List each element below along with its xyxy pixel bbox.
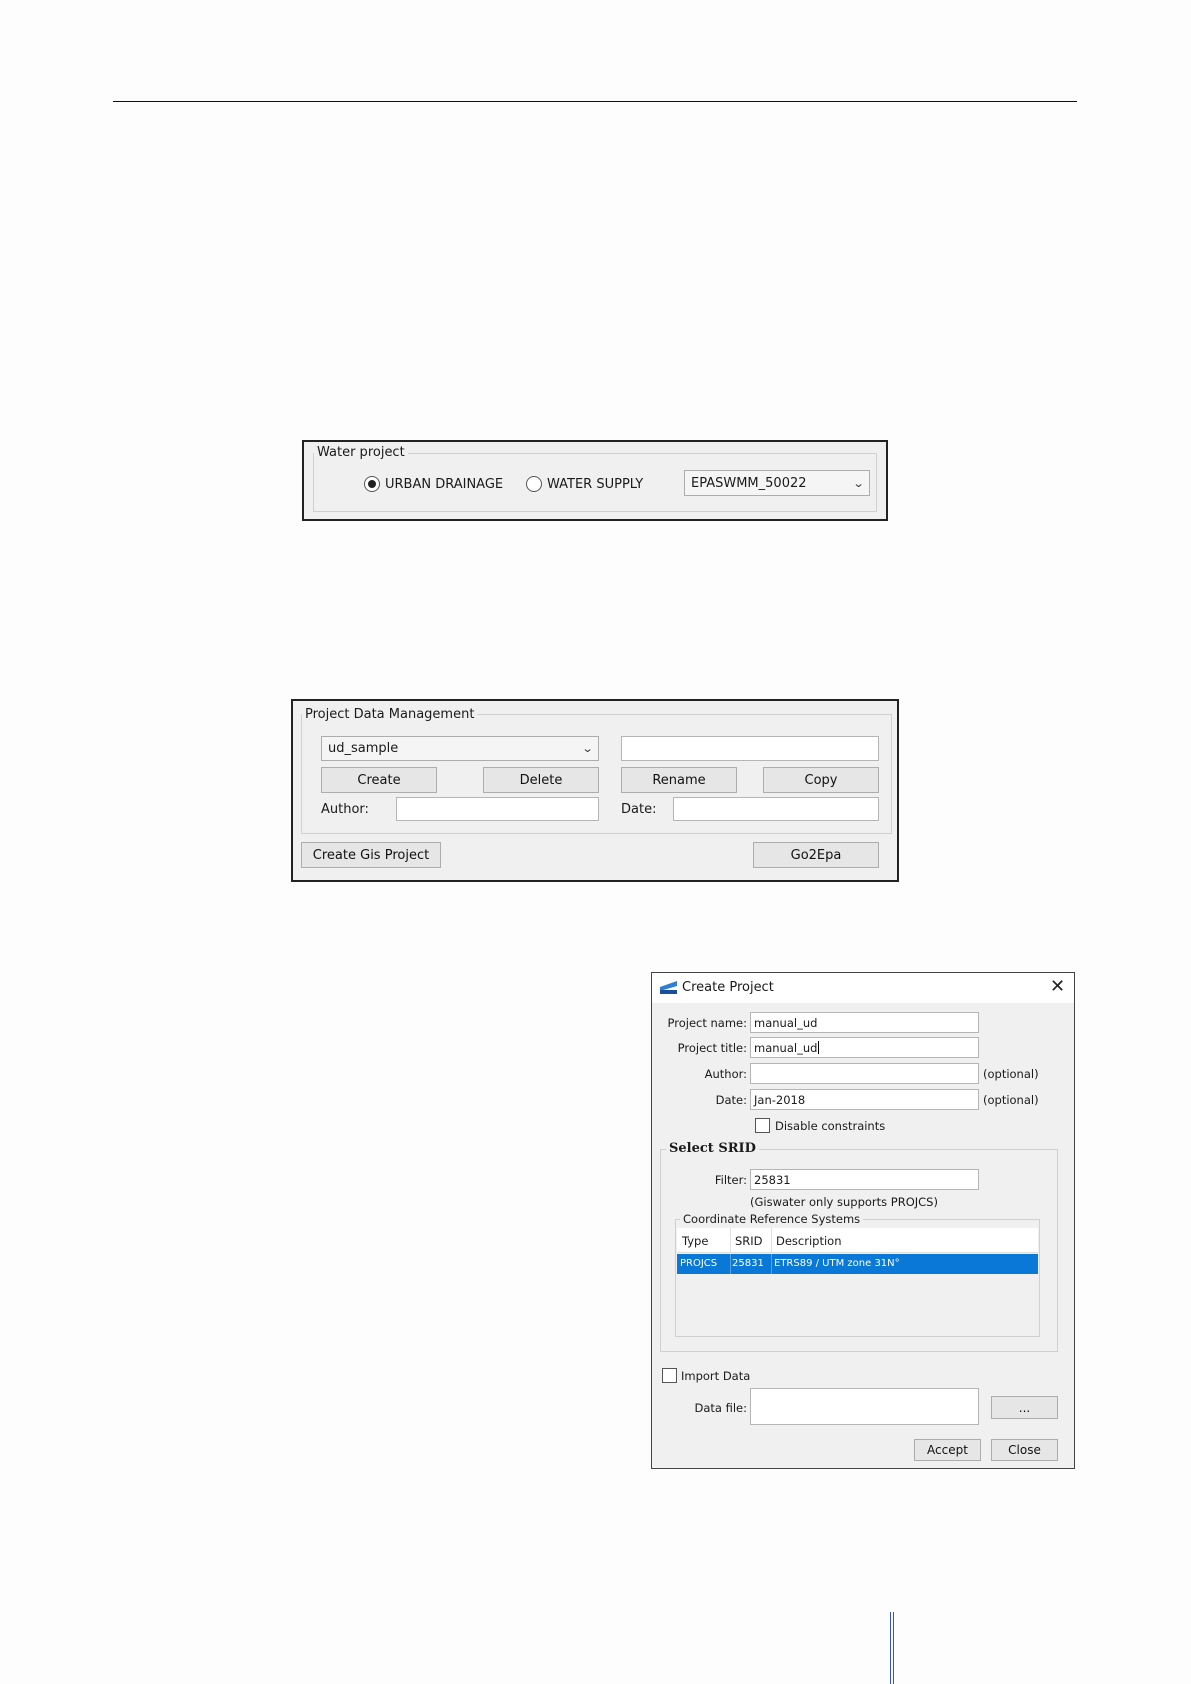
column-divider (730, 1228, 731, 1253)
water-supply-label: WATER SUPPLY (547, 476, 644, 492)
author-optional-note: (optional) (983, 1067, 1039, 1081)
close-button[interactable]: Close (991, 1439, 1058, 1461)
create-gis-project-button[interactable]: Create Gis Project (301, 842, 441, 868)
rename-input[interactable] (621, 736, 879, 761)
import-data-checkbox[interactable]: Import Data (662, 1368, 750, 1383)
projcs-note: (Giswater only supports PROJCS) (750, 1195, 938, 1209)
column-srid[interactable]: SRID (735, 1234, 763, 1248)
project-title-value: manual_ud (754, 1040, 818, 1055)
version-select-value: EPASWMM_50022 (691, 475, 807, 491)
water-supply-radio[interactable]: WATER SUPPLY (526, 476, 643, 492)
footer-rule (890, 1612, 891, 1684)
giswater-app-icon (660, 981, 677, 994)
crs-table-header (677, 1228, 1038, 1253)
date-label: Date: (621, 802, 657, 817)
column-divider (771, 1228, 772, 1253)
checkbox-icon (662, 1368, 677, 1383)
checkbox-icon (755, 1118, 770, 1133)
text-cursor (818, 1041, 820, 1054)
author-input[interactable] (750, 1063, 979, 1084)
crs-group-title: Coordinate Reference Systems (680, 1212, 864, 1226)
author-label: Author: (704, 1067, 747, 1081)
table-row[interactable]: PROJCS 25831 ETRS89 / UTM zone 31N° (677, 1254, 1038, 1274)
column-divider (771, 1254, 772, 1274)
browse-button[interactable]: ... (991, 1396, 1058, 1419)
copy-button[interactable]: Copy (763, 767, 879, 793)
version-select[interactable]: EPASWMM_50022 ⌄ (684, 470, 870, 496)
schema-select-value: ud_sample (328, 741, 399, 756)
row-description: ETRS89 / UTM zone 31N° (774, 1258, 900, 1269)
delete-button[interactable]: Delete (483, 767, 599, 793)
row-type: PROJCS (680, 1258, 718, 1269)
filter-label: Filter: (714, 1173, 747, 1187)
page-header-rule (113, 101, 1077, 102)
create-button[interactable]: Create (321, 767, 437, 793)
accept-button[interactable]: Accept (914, 1439, 981, 1461)
radio-selected-icon (364, 476, 380, 492)
column-divider (730, 1254, 731, 1274)
filter-input[interactable]: 25831 (750, 1169, 979, 1190)
dialog-title: Create Project (682, 980, 774, 995)
disable-constraints-checkbox[interactable]: Disable constraints (755, 1118, 885, 1133)
column-type[interactable]: Type (682, 1234, 708, 1248)
close-icon[interactable]: ✕ (1050, 976, 1065, 997)
chevron-down-icon: ⌄ (581, 742, 594, 755)
data-file-input[interactable] (750, 1388, 979, 1425)
create-project-dialog: Create Project ✕ Project name: manual_ud… (651, 972, 1075, 1469)
rename-button[interactable]: Rename (621, 767, 737, 793)
project-data-title: Project Data Management (302, 707, 478, 722)
project-name-input[interactable]: manual_ud (750, 1012, 979, 1033)
date-optional-note: (optional) (983, 1093, 1039, 1107)
date-input[interactable] (673, 797, 879, 821)
schema-select[interactable]: ud_sample ⌄ (321, 736, 599, 761)
project-title-input[interactable]: manual_ud (750, 1037, 979, 1058)
disable-constraints-label: Disable constraints (775, 1118, 886, 1133)
date-label: Date: (715, 1093, 747, 1107)
footer-rule (893, 1612, 894, 1684)
water-project-title: Water project (314, 445, 408, 460)
project-title-label: Project title: (677, 1041, 747, 1055)
radio-unselected-icon (526, 476, 542, 492)
urban-drainage-radio[interactable]: URBAN DRAINAGE (364, 476, 503, 492)
select-srid-title: Select SRID (666, 1141, 759, 1156)
urban-drainage-label: URBAN DRAINAGE (385, 476, 504, 492)
chevron-down-icon: ⌄ (852, 476, 865, 490)
column-description[interactable]: Description (776, 1234, 842, 1248)
author-input[interactable] (396, 797, 599, 821)
row-srid: 25831 (732, 1258, 764, 1269)
project-data-panel: Project Data Management ud_sample ⌄ Crea… (291, 699, 899, 882)
go2epa-button[interactable]: Go2Epa (753, 842, 879, 868)
project-name-label: Project name: (667, 1016, 748, 1030)
data-file-label: Data file: (694, 1401, 747, 1415)
import-data-label: Import Data (681, 1368, 751, 1383)
author-label: Author: (321, 802, 369, 817)
date-input[interactable]: Jan-2018 (750, 1089, 979, 1110)
water-project-panel: Water project URBAN DRAINAGE WATER SUPPL… (302, 440, 888, 521)
